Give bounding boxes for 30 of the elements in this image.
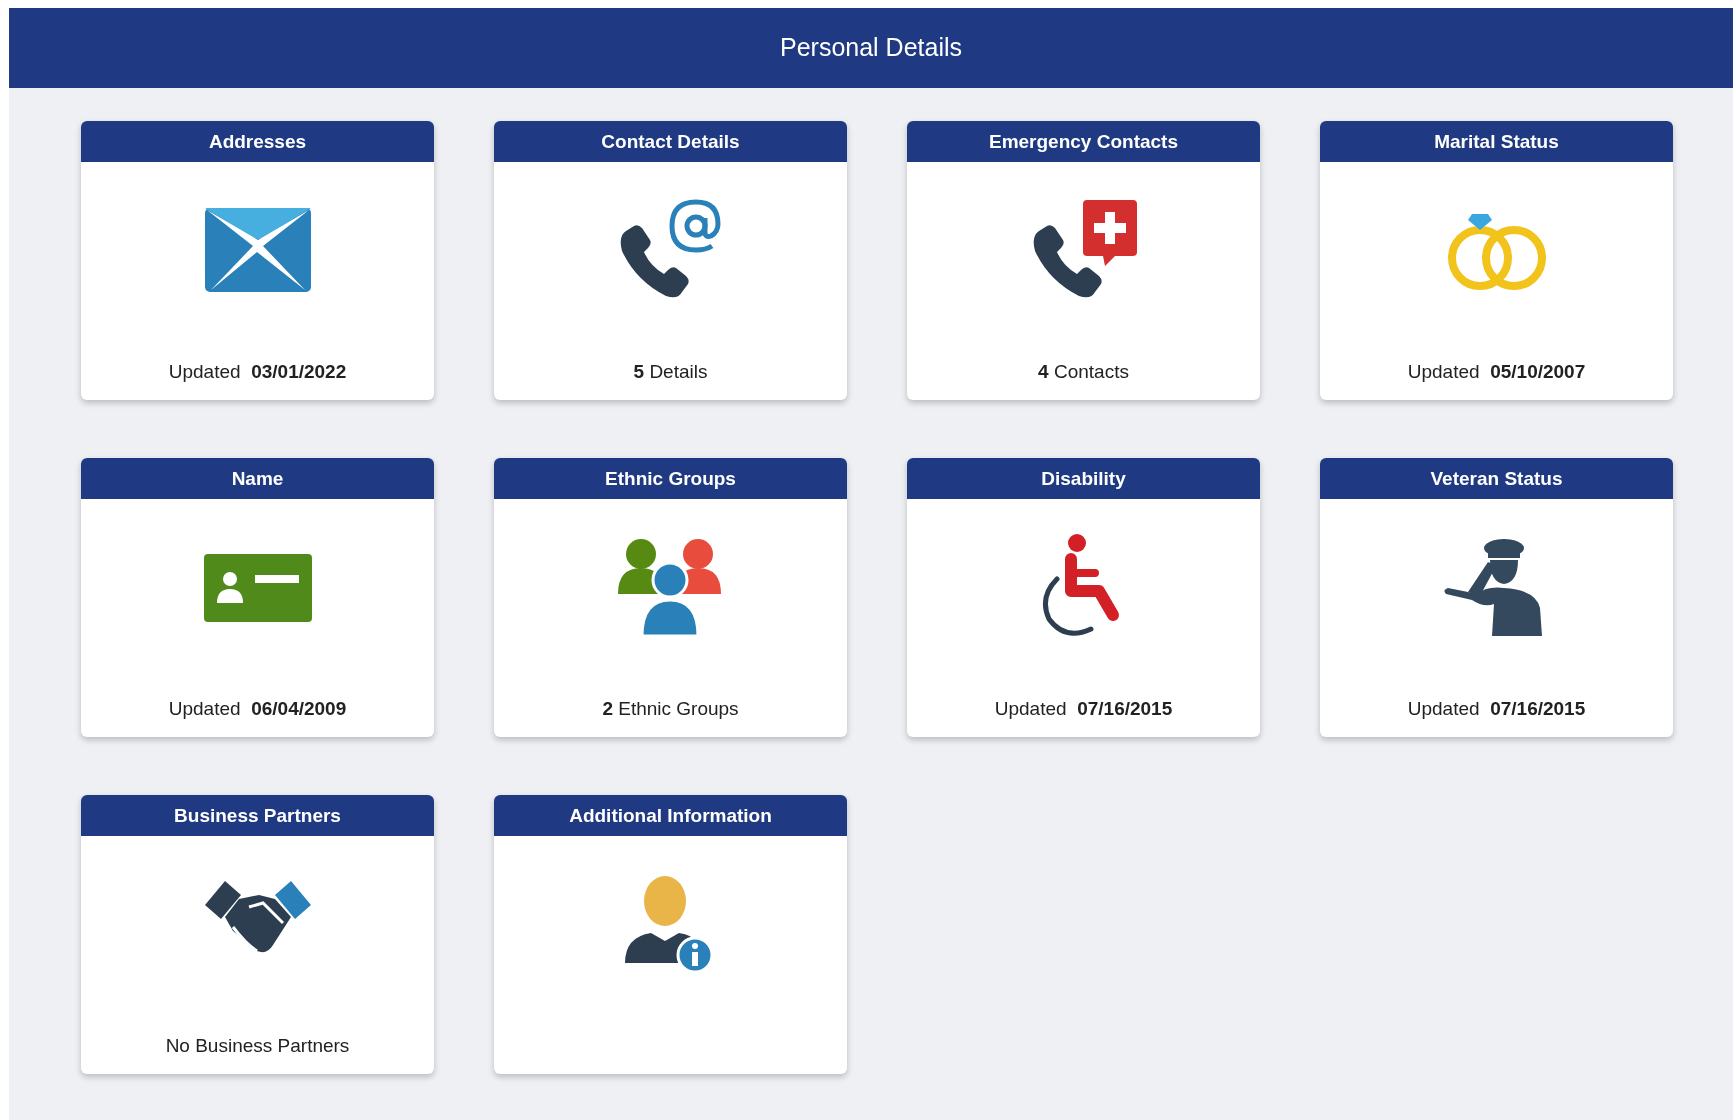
tile-card[interactable]: Marital Status Updated 05/10/2007 [1320,121,1673,400]
tile-title: Ethnic Groups [494,458,847,499]
tile-title: Addresses [81,121,434,162]
tile-summary: 4 Contacts [1037,359,1130,384]
tile-card[interactable]: Veteran Status Updated 07/16/2015 [1320,458,1673,737]
tile-card[interactable]: Disability Updated 07/16/2015 [907,458,1260,737]
tile-title: Business Partners [81,795,434,836]
tile-summary: 5 Details [632,359,709,384]
tile-summary: Updated 03/01/2022 [167,359,348,384]
tile-title: Contact Details [494,121,847,162]
tile-title: Veteran Status [1320,458,1673,499]
tile-card[interactable]: Addresses Updated 03/01/2022 [81,121,434,400]
tile-summary: 2 Ethnic Groups [601,696,740,721]
tile-title: Emergency Contacts [907,121,1260,162]
tile-card[interactable]: Business Partners No Business Partners [81,795,434,1074]
tile-card[interactable]: Ethnic Groups 2 Ethnic Groups [494,458,847,737]
tile-summary: No Business Partners [164,1033,351,1058]
tile-card[interactable]: Contact Details 5 Details [494,121,847,400]
tile-summary: Updated 07/16/2015 [993,696,1174,721]
tile-title: Name [81,458,434,499]
tile-card[interactable]: Name Updated 06/04/2009 [81,458,434,737]
tile-title: Marital Status [1320,121,1673,162]
tile-summary: Updated 06/04/2009 [167,696,348,721]
tile-summary: Updated 07/16/2015 [1406,696,1587,721]
tile-card[interactable]: Additional Information [494,795,847,1074]
tile-card[interactable]: Emergency Contacts 4 Contacts [907,121,1260,400]
tile-summary: Updated 05/10/2007 [1406,359,1587,384]
tile-title: Additional Information [494,795,847,836]
page-title: Personal Details [780,32,962,64]
tile-title: Disability [907,458,1260,499]
